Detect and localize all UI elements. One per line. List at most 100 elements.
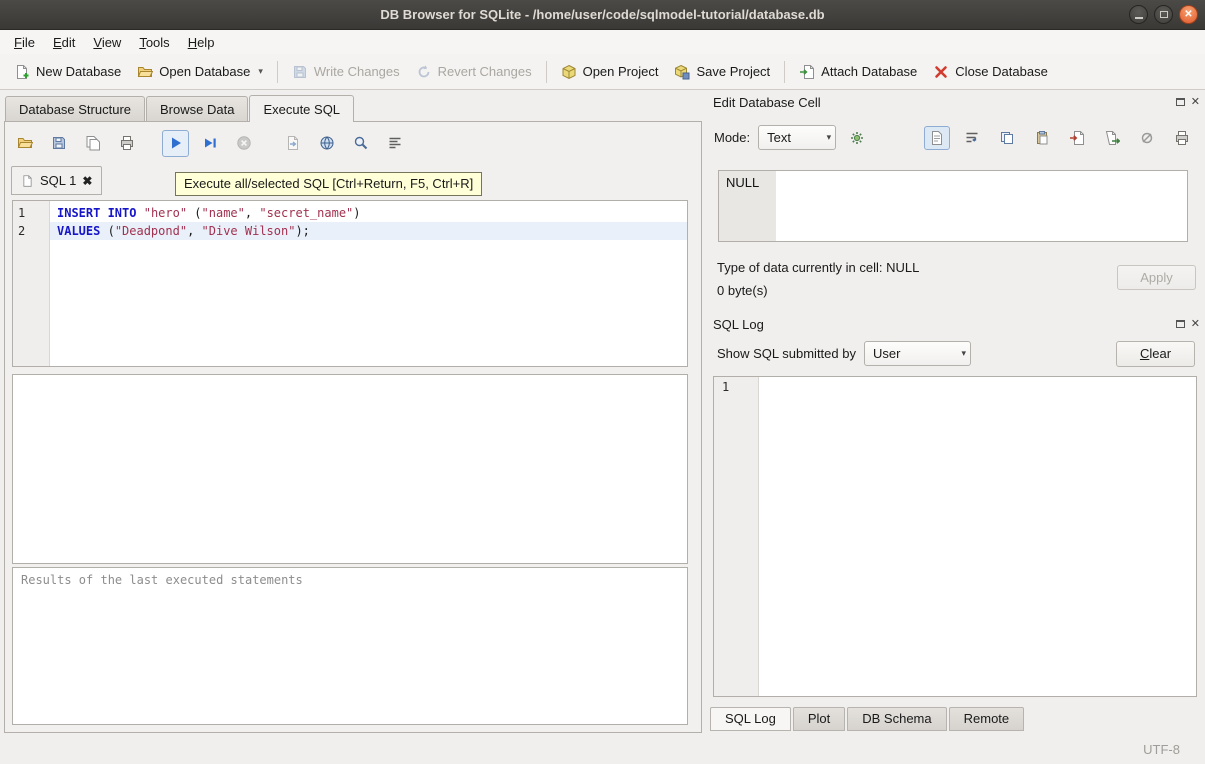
- minimize-button[interactable]: [1129, 5, 1148, 24]
- chevron-down-icon[interactable]: ▾: [258, 66, 263, 77]
- gear-icon: [849, 130, 865, 146]
- dock-tab-sql-log[interactable]: SQL Log: [710, 707, 791, 731]
- revert-changes-button: Revert Changes: [408, 58, 540, 86]
- open-project-button[interactable]: Open Project: [553, 58, 667, 86]
- menu-tools[interactable]: Tools: [130, 32, 178, 53]
- text-mode-button[interactable]: [924, 126, 950, 150]
- sql-log-view[interactable]: 1: [713, 376, 1197, 697]
- log-line-number: 1: [722, 380, 729, 394]
- new-database-button[interactable]: New Database: [6, 58, 129, 86]
- open-external-button[interactable]: [313, 130, 340, 157]
- print-sql-button[interactable]: [113, 130, 140, 157]
- find-replace-button[interactable]: [347, 130, 374, 157]
- close-database-button[interactable]: Close Database: [925, 58, 1056, 86]
- save-project-icon: [674, 64, 690, 80]
- print-cell-button[interactable]: [1169, 126, 1195, 150]
- window-title: DB Browser for SQLite - /home/user/code/…: [380, 7, 824, 22]
- results-grid[interactable]: [12, 374, 688, 564]
- close-button[interactable]: ✕: [1179, 5, 1198, 24]
- open-sql-file-button[interactable]: [11, 130, 38, 157]
- save-project-button[interactable]: Save Project: [666, 58, 778, 86]
- save-sql-file-button[interactable]: [45, 130, 72, 157]
- execute-all-button[interactable]: [162, 130, 189, 157]
- menu-edit[interactable]: Edit: [44, 32, 84, 53]
- set-null-button[interactable]: [1134, 126, 1160, 150]
- sql-log-title: SQL Log: [713, 317, 764, 332]
- attach-database-button[interactable]: Attach Database: [791, 58, 925, 86]
- write-changes-icon: [292, 64, 308, 80]
- new-database-label: New Database: [36, 64, 121, 79]
- dock-tab-plot[interactable]: Plot: [793, 707, 845, 731]
- text-document-icon: [929, 130, 945, 146]
- sql-doc-tab[interactable]: SQL 1 ✖: [11, 166, 102, 195]
- print-icon: [119, 135, 135, 151]
- clear-log-button[interactable]: Clear: [1116, 341, 1195, 367]
- sql-file-icon: [21, 174, 34, 188]
- stop-icon: [236, 135, 252, 151]
- submitter-select[interactable]: User ▾: [864, 341, 971, 366]
- save-sql-file-icon: [51, 135, 67, 151]
- left-panel: Database Structure Browse Data Execute S…: [0, 90, 705, 738]
- menu-help[interactable]: Help: [179, 32, 224, 53]
- stop-execution-button: [230, 130, 257, 157]
- format-sql-button[interactable]: [381, 130, 408, 157]
- copy-cell-button[interactable]: [994, 126, 1020, 150]
- word-wrap-icon: [964, 130, 980, 146]
- set-null-icon: [1139, 130, 1155, 146]
- mode-select[interactable]: Text ▾: [758, 125, 836, 150]
- open-database-label: Open Database: [159, 64, 250, 79]
- code-line[interactable]: INSERT INTO "hero" ("name", "secret_name…: [50, 204, 687, 222]
- cell-editor-area[interactable]: [776, 171, 1187, 241]
- close-database-icon: [933, 64, 949, 80]
- word-wrap-button[interactable]: [959, 126, 985, 150]
- menu-view[interactable]: View: [84, 32, 130, 53]
- write-changes-label: Write Changes: [314, 64, 400, 79]
- cell-editor[interactable]: NULL: [718, 170, 1188, 242]
- main-tab-bar: Database Structure Browse Data Execute S…: [5, 94, 355, 122]
- tab-database-structure[interactable]: Database Structure: [5, 96, 145, 122]
- results-log: Results of the last executed statements: [12, 567, 688, 725]
- import-icon: [1069, 130, 1085, 146]
- results-placeholder: Results of the last executed statements: [21, 573, 303, 587]
- new-database-icon: [14, 64, 30, 80]
- paste-icon: [1034, 130, 1050, 146]
- edit-cell-title: Edit Database Cell: [713, 95, 821, 110]
- close-dock-icon[interactable]: ✕: [1191, 319, 1200, 330]
- execute-sql-pane: SQL 1 ✖ Execute all/selected SQL [Ctrl+R…: [4, 121, 702, 733]
- maximize-button[interactable]: [1154, 5, 1173, 24]
- minimize-icon: [1135, 17, 1143, 19]
- import-data-button[interactable]: [1064, 126, 1090, 150]
- tab-browse-data[interactable]: Browse Data: [146, 96, 248, 122]
- paste-cell-button[interactable]: [1029, 126, 1055, 150]
- tab-execute-sql[interactable]: Execute SQL: [249, 95, 354, 122]
- close-dock-icon[interactable]: ✕: [1191, 97, 1200, 108]
- close-database-label: Close Database: [955, 64, 1048, 79]
- sql-doc-tab-label: SQL 1: [40, 173, 76, 188]
- float-dock-icon[interactable]: [1176, 98, 1185, 106]
- float-dock-icon[interactable]: [1176, 320, 1185, 328]
- dock-tab-db-schema[interactable]: DB Schema: [847, 707, 946, 731]
- save-sql-as-button[interactable]: [79, 130, 106, 157]
- export-data-button[interactable]: [1099, 126, 1125, 150]
- mode-select-value: Text: [767, 130, 791, 145]
- dock-tab-remote[interactable]: Remote: [949, 707, 1025, 731]
- code-line[interactable]: VALUES ("Deadpond", "Dive Wilson");: [50, 222, 687, 240]
- sql-code-area[interactable]: INSERT INTO "hero" ("name", "secret_name…: [50, 201, 687, 366]
- open-database-button[interactable]: Open Database ▾: [129, 58, 271, 86]
- toolbar-separator: [784, 61, 785, 83]
- print-icon: [1174, 130, 1190, 146]
- execute-line-button[interactable]: [196, 130, 223, 157]
- menu-file[interactable]: File: [5, 32, 44, 53]
- open-project-icon: [561, 64, 577, 80]
- write-changes-button: Write Changes: [284, 58, 408, 86]
- close-doc-tab-icon[interactable]: ✖: [82, 174, 92, 188]
- log-content[interactable]: [759, 377, 1196, 696]
- sql-editor[interactable]: 12 INSERT INTO "hero" ("name", "secret_n…: [12, 200, 688, 367]
- edit-cell-header: Edit Database Cell ✕: [713, 92, 1200, 112]
- apply-button-label: Apply: [1140, 270, 1173, 285]
- export-results-button[interactable]: [279, 130, 306, 157]
- main-toolbar: New Database Open Database ▾ Write Chang…: [0, 54, 1205, 90]
- open-sql-file-icon: [17, 135, 33, 151]
- auto-switch-mode-button[interactable]: [844, 126, 870, 150]
- encoding-indicator[interactable]: UTF-8: [1143, 742, 1180, 757]
